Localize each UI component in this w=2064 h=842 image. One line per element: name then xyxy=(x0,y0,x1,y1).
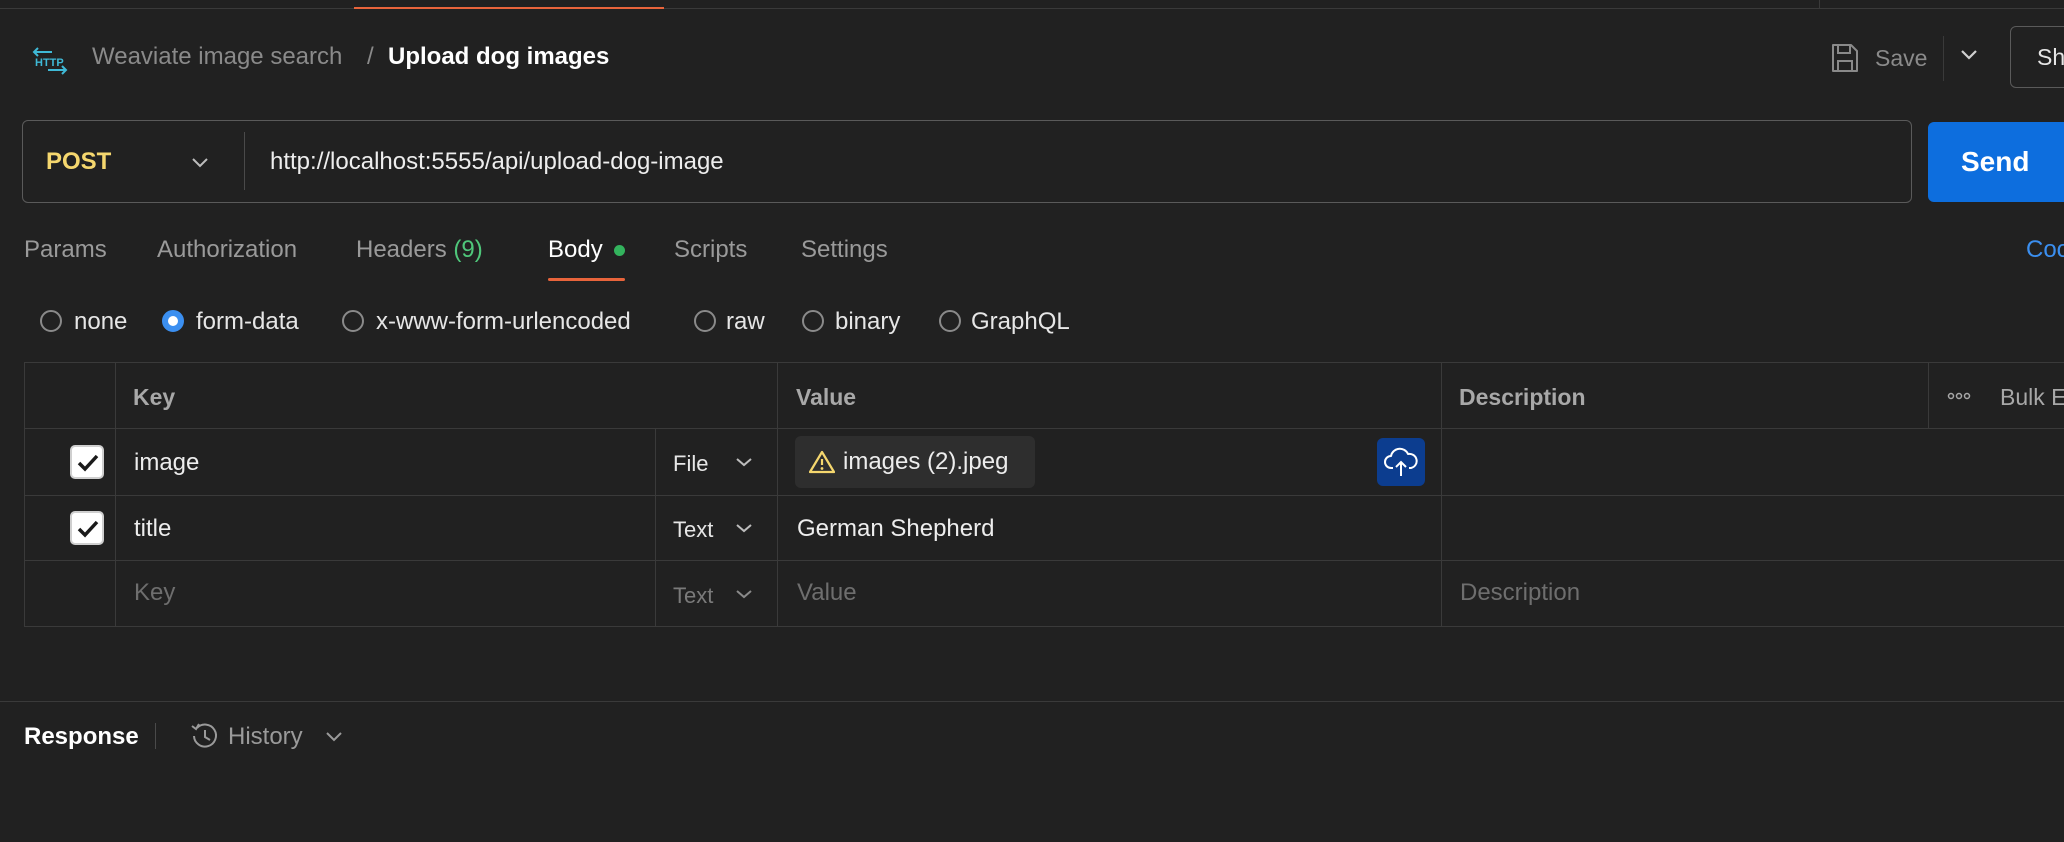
table-row-divider xyxy=(24,560,2064,561)
upload-file-button[interactable] xyxy=(1377,438,1425,486)
history-icon[interactable] xyxy=(188,720,220,752)
column-header-key: Key xyxy=(133,384,176,410)
radio-x-www-form-urlencoded[interactable] xyxy=(342,310,364,332)
chevron-down-icon[interactable] xyxy=(1960,49,1978,61)
chevron-down-icon[interactable] xyxy=(735,589,753,600)
file-chip[interactable]: images (2).jpeg xyxy=(795,436,1035,488)
column-header-value: Value xyxy=(796,384,857,410)
request-title[interactable]: Upload dog images xyxy=(388,43,609,71)
row-key[interactable]: image xyxy=(134,449,199,477)
cloud-upload-icon xyxy=(1384,447,1418,476)
headers-count-badge: (9) xyxy=(453,236,483,263)
row-key[interactable]: title xyxy=(134,515,171,543)
breadcrumb-separator: / xyxy=(367,43,374,70)
table-row-divider xyxy=(24,428,2064,429)
tab-settings[interactable]: Settings xyxy=(801,236,888,264)
table-col-divider xyxy=(655,428,656,626)
table-row-divider xyxy=(24,495,2064,496)
table-border-left xyxy=(24,362,25,627)
radio-form-data-label[interactable]: form-data xyxy=(196,308,299,336)
active-tab-indicator xyxy=(354,7,664,9)
http-request-icon: HTTP xyxy=(32,47,68,75)
tab-strip-divider xyxy=(1819,0,1820,8)
new-value-input[interactable]: Value xyxy=(797,579,857,607)
tab-authorization[interactable]: Authorization xyxy=(157,236,297,264)
top-tab-strip xyxy=(0,0,2064,9)
tab-body[interactable]: Body xyxy=(548,236,603,264)
tab-params[interactable]: Params xyxy=(24,236,107,264)
body-modified-indicator xyxy=(614,245,625,256)
chevron-down-icon[interactable] xyxy=(735,457,753,468)
response-tab[interactable]: Response xyxy=(24,723,139,751)
table-col-divider xyxy=(1441,362,1442,627)
table-col-divider xyxy=(1928,362,1929,428)
response-divider[interactable] xyxy=(0,701,2064,702)
row-value[interactable]: German Shepherd xyxy=(797,515,994,543)
url-bar-divider xyxy=(244,132,245,190)
radio-raw[interactable] xyxy=(694,310,716,332)
send-label: Send xyxy=(1961,146,2030,177)
share-button[interactable]: Sh xyxy=(2010,26,2064,88)
radio-graphql-label[interactable]: GraphQL xyxy=(971,308,1070,336)
tab-headers[interactable]: Headers (9) xyxy=(356,236,483,264)
save-divider xyxy=(1943,36,1944,81)
chevron-down-icon[interactable] xyxy=(191,157,209,169)
table-col-divider xyxy=(115,362,116,627)
table-border-top xyxy=(24,362,2064,363)
send-button[interactable]: Send xyxy=(1928,122,2064,202)
chevron-down-icon[interactable] xyxy=(325,731,343,743)
checkmark-icon xyxy=(77,454,99,472)
checkmark-icon xyxy=(77,520,99,538)
chevron-down-icon[interactable] xyxy=(735,523,753,534)
row-enabled-checkbox[interactable] xyxy=(70,445,104,479)
save-icon[interactable] xyxy=(1830,42,1860,74)
radio-form-data[interactable] xyxy=(162,310,184,332)
file-name: images (2).jpeg xyxy=(843,448,1009,475)
more-options-icon[interactable] xyxy=(1946,389,1972,403)
radio-binary-label[interactable]: binary xyxy=(835,308,900,336)
warning-icon xyxy=(809,450,835,474)
url-input[interactable] xyxy=(270,148,1870,176)
radio-graphql[interactable] xyxy=(939,310,961,332)
radio-none[interactable] xyxy=(40,310,62,332)
new-key-input[interactable]: Key xyxy=(134,579,175,607)
tab-scripts[interactable]: Scripts xyxy=(674,236,747,264)
row-enabled-checkbox[interactable] xyxy=(70,511,104,545)
radio-urlencoded-label[interactable]: x-www-form-urlencoded xyxy=(376,308,631,336)
row-type-select[interactable]: Text xyxy=(673,517,713,543)
history-tab[interactable]: History xyxy=(228,723,303,751)
breadcrumb-collection[interactable]: Weaviate image search xyxy=(92,43,342,71)
share-label: Sh xyxy=(2037,44,2064,70)
save-button[interactable]: Save xyxy=(1875,45,1927,72)
code-snippet-link[interactable]: Coo xyxy=(2026,236,2064,264)
active-tab-underline xyxy=(548,278,625,281)
response-tab-divider xyxy=(155,723,156,749)
radio-binary[interactable] xyxy=(802,310,824,332)
column-header-description: Description xyxy=(1459,384,1586,410)
svg-text:HTTP: HTTP xyxy=(35,57,64,69)
table-border-bottom xyxy=(24,626,2064,627)
new-description-input[interactable]: Description xyxy=(1460,579,1580,607)
tab-headers-label: Headers xyxy=(356,236,447,263)
table-col-divider xyxy=(777,362,778,627)
new-type-select[interactable]: Text xyxy=(673,583,713,609)
http-method-select[interactable]: POST xyxy=(46,148,111,176)
bulk-edit-button[interactable]: Bulk E xyxy=(2000,384,2064,411)
radio-none-label[interactable]: none xyxy=(74,308,127,336)
radio-raw-label[interactable]: raw xyxy=(726,308,765,336)
row-type-select[interactable]: File xyxy=(673,451,708,477)
